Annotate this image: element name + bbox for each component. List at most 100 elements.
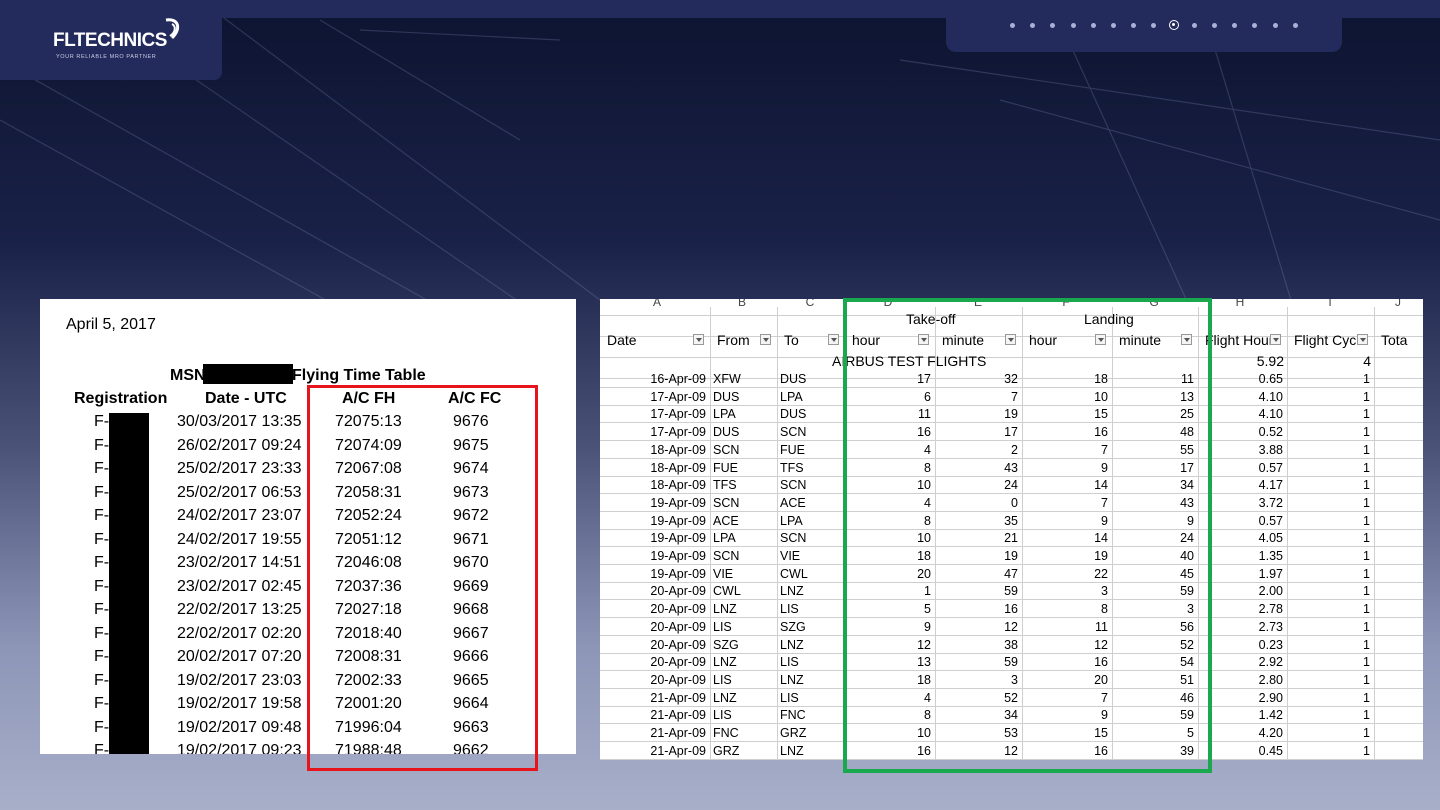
sheet-cell: SCN: [780, 425, 807, 440]
sheet-cell: 19-Apr-09: [650, 531, 706, 546]
sheet-cell: FNC: [713, 726, 739, 740]
sheet-cell: LNZ: [713, 690, 737, 705]
slide-navigation: [946, 18, 1342, 52]
column-letter-I: I: [1328, 299, 1332, 309]
filter-dropdown-icon[interactable]: [1270, 334, 1281, 345]
sheet-cell: LIS: [713, 708, 732, 723]
sheet-cell: SZG: [713, 637, 739, 652]
sheet-cell: 20-Apr-09: [650, 637, 706, 652]
column-letter-B: B: [737, 299, 746, 309]
sheet-cell: 18-Apr-09: [650, 478, 706, 493]
page-dot-14[interactable]: [1272, 23, 1278, 28]
registration-cell: F-: [94, 554, 110, 571]
sheet-cell: 19-Apr-09: [650, 513, 706, 528]
registration-cell: F-: [94, 742, 110, 754]
takeoff-landing-highlight-frame: [843, 298, 1212, 773]
page-dot-11[interactable]: [1212, 23, 1217, 28]
sheet-cell: 21-Apr-09: [650, 743, 706, 758]
sheet-cell: 1: [1363, 549, 1370, 563]
sheet-cell: 17-Apr-09: [650, 389, 706, 404]
registration-cell: F-: [94, 695, 110, 712]
registration-cell: F-: [94, 436, 110, 454]
brand-logo: FLTECHNICS: [53, 30, 167, 51]
brand-tagline: YOUR RELIABLE MRO PARTNER: [56, 54, 157, 60]
sheet-cell: 21-Apr-09: [650, 708, 706, 723]
sheet-cell: LPA: [713, 407, 736, 422]
column-header-3: To: [784, 332, 799, 348]
column-header-9: Flight Cycles: [1294, 332, 1359, 348]
registration-cell: F-: [94, 648, 110, 665]
total-hours: 5.92: [1256, 353, 1284, 369]
document-date: April 5, 2017: [66, 316, 156, 333]
filter-dropdown-icon[interactable]: [693, 334, 704, 345]
sheet-cell: 1: [1363, 566, 1370, 581]
sheet-cell: DUS: [713, 425, 740, 440]
page-dot-4[interactable]: [1070, 23, 1076, 28]
filter-dropdown-icon[interactable]: [760, 334, 771, 345]
sheet-cell: LNZ: [780, 743, 804, 758]
sheet-cell: GRZ: [713, 743, 740, 758]
sheet-cell: 19-Apr-09: [650, 549, 706, 563]
sheet-cell: LNZ: [780, 672, 804, 687]
sheet-cell: 1: [1363, 372, 1370, 386]
sheet-cell: XFW: [713, 372, 741, 386]
registration-cell: F-: [94, 483, 110, 501]
sheet-cell: 1: [1363, 389, 1370, 404]
sheet-cell: 1: [1363, 708, 1370, 723]
header-registration: Registration: [74, 390, 168, 407]
header-date: Date - UTC: [205, 390, 287, 407]
sheet-cell: 20-Apr-09: [650, 672, 706, 687]
registration-cell: F-: [94, 507, 110, 524]
page-dot-15[interactable]: [1292, 23, 1298, 28]
sheet-cell: 1: [1363, 584, 1370, 599]
document-title: Flying Time Table: [292, 367, 426, 384]
registration-cell: F-: [94, 577, 110, 595]
sheet-cell: 1: [1363, 637, 1370, 652]
column-header-1: Date: [607, 332, 637, 348]
sheet-cell: SCN: [713, 549, 740, 563]
registration-cell: F-: [94, 671, 110, 689]
sheet-cell: ACE: [780, 495, 806, 510]
sheet-cell: 1: [1363, 602, 1370, 617]
sheet-cell: 1: [1363, 531, 1370, 546]
sheet-cell: FUE: [780, 442, 805, 457]
sheet-cell: TFS: [713, 478, 737, 493]
sheet-cell: 21-Apr-09: [650, 726, 706, 740]
sheet-cell: 1: [1363, 655, 1370, 670]
title-msn: MSN: [170, 367, 206, 384]
sheet-cell: FNC: [780, 708, 806, 723]
sheet-cell: 20-Apr-09: [650, 655, 706, 670]
page-dot-6[interactable]: [1111, 23, 1116, 28]
column-letter-C: C: [805, 299, 815, 309]
sheet-cell: LNZ: [780, 584, 804, 599]
page-dot-5[interactable]: [1090, 23, 1096, 28]
sheet-cell: LIS: [713, 672, 732, 687]
sheet-cell: LIS: [713, 619, 732, 634]
sheet-cell: 1: [1363, 743, 1370, 758]
sheet-cell: DUS: [780, 372, 807, 386]
sheet-cell: SCN: [780, 531, 807, 546]
sheet-cell: GRZ: [780, 726, 807, 740]
sheet-cell: 18-Apr-09: [650, 442, 706, 457]
page-dot-1[interactable]: [1010, 23, 1015, 28]
sheet-cell: LPA: [713, 531, 736, 546]
sheet-cell: LNZ: [713, 602, 737, 617]
grid-vline: [710, 307, 711, 760]
sheet-cell: LNZ: [713, 655, 737, 670]
registration-cell: F-: [94, 601, 110, 618]
filter-dropdown-icon[interactable]: [1357, 334, 1368, 345]
sheet-cell: 19-Apr-09: [650, 495, 706, 510]
sheet-cell: 1: [1363, 442, 1370, 457]
column-letter-H: H: [1235, 299, 1245, 309]
page-dot-10[interactable]: [1191, 23, 1197, 28]
sheet-cell: 20-Apr-09: [650, 584, 706, 599]
sheet-cell: 1: [1363, 690, 1370, 705]
sheet-cell: LPA: [780, 389, 803, 404]
filter-dropdown-icon[interactable]: [828, 334, 839, 345]
grid-vline: [1374, 307, 1375, 760]
registration-cell: F-: [94, 460, 110, 477]
sheet-cell: SCN: [780, 478, 807, 493]
sheet-cell: FUE: [713, 460, 738, 475]
sheet-cell: CWL: [713, 584, 741, 599]
sheet-cell: LIS: [780, 690, 799, 705]
